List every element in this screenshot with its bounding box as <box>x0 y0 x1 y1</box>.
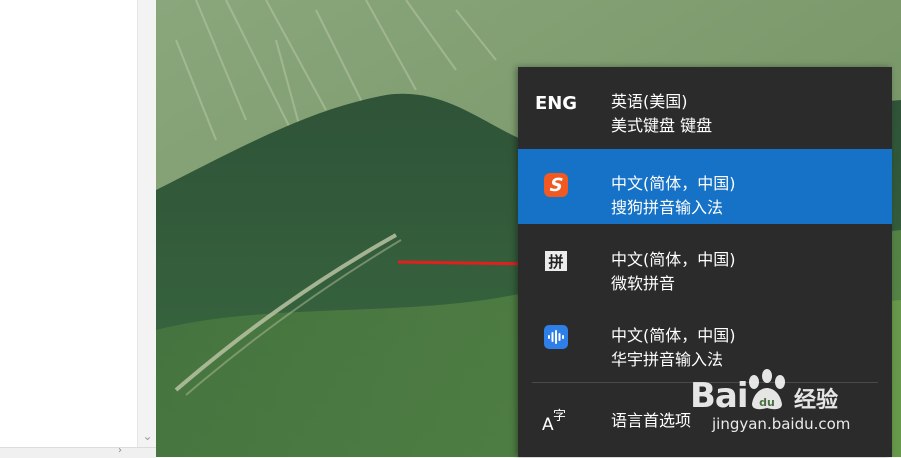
eng-text-icon: ENG <box>534 92 578 114</box>
sogou-icon: S <box>542 171 570 199</box>
pin-icon: 拼 <box>542 247 570 275</box>
ime-item-english-us[interactable]: ENG 英语(美国) 美式键盘 键盘 <box>518 67 892 142</box>
vertical-scrollbar[interactable]: ⌄ <box>137 0 157 447</box>
ime-language-label: 中文(简体，中国) <box>611 326 736 345</box>
left-window-panel <box>0 0 137 447</box>
ime-language-label: 中文(简体，中国) <box>611 174 736 193</box>
watermark-logo-text: Bai <box>690 376 749 416</box>
svg-text:du: du <box>759 396 775 409</box>
ime-method-label: 美式键盘 键盘 <box>611 116 713 135</box>
huayu-icon <box>542 323 570 351</box>
language-preferences-label: 语言首选项 <box>611 411 692 430</box>
baidu-jingyan-watermark: Bai du 经验 jingyan.baidu.com <box>690 369 890 436</box>
ime-item-sogou[interactable]: S 中文(简体，中国) 搜狗拼音输入法 <box>518 149 892 224</box>
ime-language-label: 中文(简体，中国) <box>611 250 736 269</box>
ime-item-microsoft-pinyin[interactable]: 拼 中文(简体，中国) 微软拼音 <box>518 225 892 300</box>
baidu-paw-icon: du <box>749 369 785 410</box>
ime-method-label: 搜狗拼音输入法 <box>611 198 724 217</box>
ime-item-huayu-pinyin[interactable]: 中文(简体，中国) 华宇拼音输入法 <box>518 301 892 376</box>
chevron-right-icon[interactable]: › <box>118 445 122 456</box>
scroll-down-chevron-icon[interactable]: ⌄ <box>138 427 157 445</box>
language-preferences-icon: A 字 <box>542 409 567 435</box>
horizontal-scrollbar[interactable]: › <box>0 445 156 458</box>
ime-language-label: 英语(美国) <box>611 92 688 111</box>
watermark-url: jingyan.baidu.com <box>712 415 851 433</box>
ime-method-label: 微软拼音 <box>611 274 676 293</box>
watermark-jingyan-text: 经验 <box>794 388 839 413</box>
ime-method-label: 华宇拼音输入法 <box>611 350 724 369</box>
